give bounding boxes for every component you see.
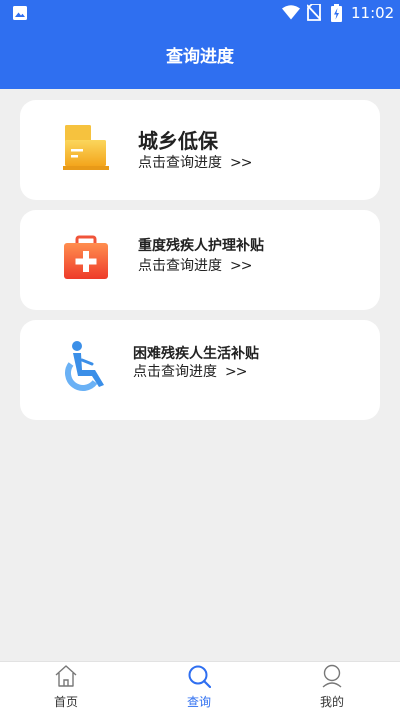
gallery-icon <box>13 6 27 20</box>
no-sim-icon <box>307 4 321 21</box>
card-title: 城乡低保 <box>138 129 218 153</box>
user-icon <box>322 664 342 688</box>
query-progress-link[interactable]: 点击查询进度 <box>138 155 222 171</box>
tab-home[interactable]: 首页 <box>26 662 106 712</box>
document-stack-icon <box>63 125 109 170</box>
double-chevron-right-icon: >> <box>230 155 252 171</box>
query-progress-link[interactable]: 点击查询进度 <box>138 258 222 274</box>
page-title: 查询进度 <box>0 26 400 89</box>
bottom-tab-bar: 首页 查询 我的 <box>0 661 400 712</box>
card-urban-rural-subsistence[interactable]: 城乡低保 点击查询进度 >> <box>20 100 380 200</box>
tab-query[interactable]: 查询 <box>159 662 239 712</box>
double-chevron-right-icon: >> <box>230 258 252 274</box>
medical-kit-icon <box>64 235 108 279</box>
card-severe-disability-care-subsidy[interactable]: 重度残疾人护理补贴 点击查询进度 >> <box>20 210 380 310</box>
status-time: 11:02 <box>351 4 395 22</box>
battery-icon <box>331 4 342 22</box>
search-icon <box>188 665 211 688</box>
status-bar: 11:02 <box>0 0 400 26</box>
wifi-icon <box>282 5 300 20</box>
tab-mine[interactable]: 我的 <box>292 662 372 712</box>
query-progress-link[interactable]: 点击查询进度 <box>133 364 217 380</box>
card-subtitle: 点击查询进度 >> <box>138 152 252 172</box>
card-title: 困难残疾人生活补贴 <box>133 346 259 362</box>
tab-home-label: 首页 <box>53 695 78 709</box>
double-chevron-right-icon: >> <box>225 364 247 380</box>
card-title: 重度残疾人护理补贴 <box>138 238 264 254</box>
card-needy-disability-living-subsidy[interactable]: 困难残疾人生活补贴 点击查询进度 >> <box>20 320 380 420</box>
home-icon <box>55 665 77 687</box>
tab-mine-label: 我的 <box>319 695 344 709</box>
wheelchair-icon <box>65 341 104 391</box>
tab-query-label: 查询 <box>186 695 211 709</box>
card-subtitle: 点击查询进度 >> <box>138 255 252 275</box>
card-subtitle: 点击查询进度 >> <box>133 361 247 381</box>
